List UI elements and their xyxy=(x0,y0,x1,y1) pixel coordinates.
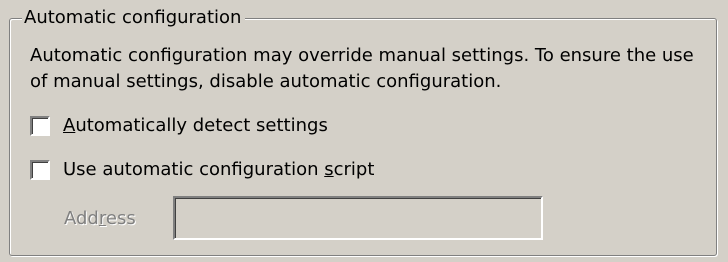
auto-config-script-checkbox[interactable] xyxy=(30,160,50,180)
auto-detect-settings-checkbox[interactable] xyxy=(30,116,50,136)
auto-config-script-label[interactable]: Use automatic configuration script xyxy=(63,158,374,182)
auto-detect-settings-label[interactable]: Automatically detect settings xyxy=(63,114,328,138)
address-input[interactable] xyxy=(173,196,543,240)
description-text: Automatic configuration may override man… xyxy=(30,45,694,92)
group-title: Automatic configuration xyxy=(22,7,246,29)
address-label: Address xyxy=(64,208,136,229)
auto-detect-settings-option[interactable]: Automatically detect settings xyxy=(30,114,328,138)
auto-config-script-option[interactable]: Use automatic configuration script xyxy=(30,158,374,182)
